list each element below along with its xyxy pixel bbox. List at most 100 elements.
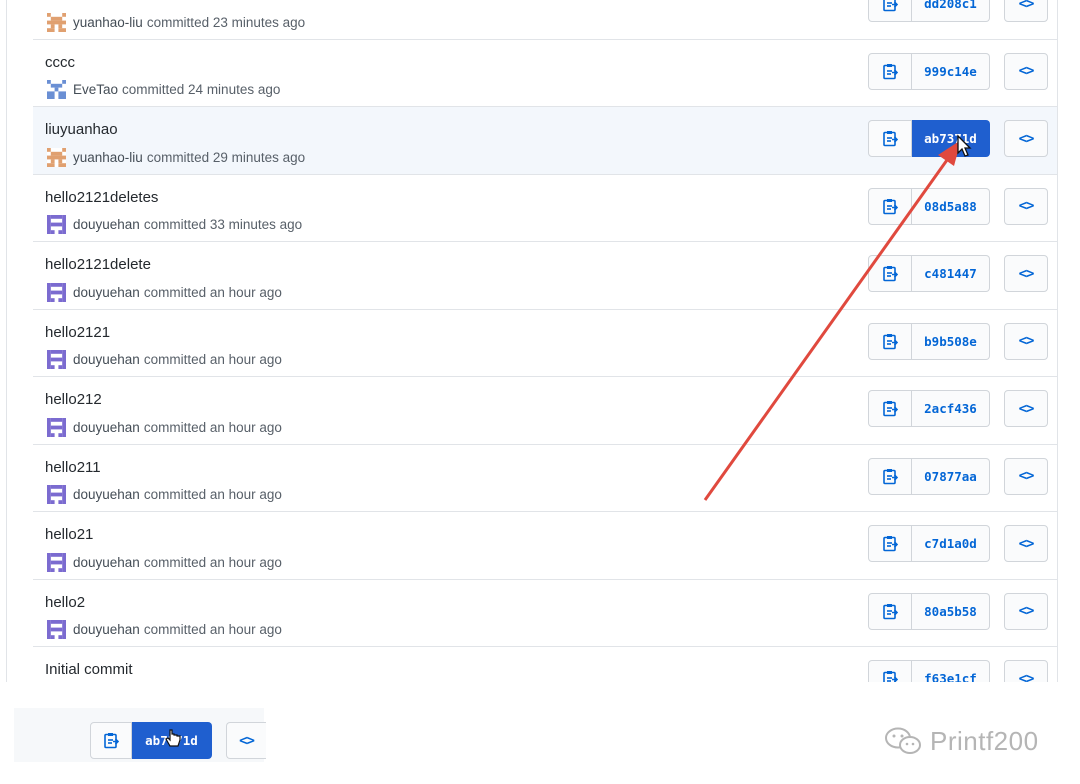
code-icon: <>	[1018, 603, 1035, 619]
commit-sha-button[interactable]: 07877aa	[912, 457, 990, 495]
commit-meta: douyuehan committed an hour ago	[47, 620, 282, 640]
clipboard-icon	[882, 468, 898, 484]
commit-author-link[interactable]: douyuehan	[73, 487, 140, 502]
browse-code-button[interactable]: <>	[1004, 660, 1048, 682]
code-icon: <>	[1018, 63, 1035, 79]
copy-sha-button[interactable]	[868, 52, 912, 90]
clipboard-icon	[103, 733, 119, 749]
copy-sha-button[interactable]	[868, 592, 912, 630]
clipboard-icon	[882, 63, 898, 79]
clipboard-icon	[882, 198, 898, 214]
commit-message-link[interactable]: liuyuanhao	[45, 121, 118, 138]
commit-sha-button[interactable]: c481447	[912, 255, 990, 292]
browse-code-button[interactable]: <>	[1004, 120, 1048, 157]
commit-author-link[interactable]: douyuehan	[73, 622, 140, 637]
commit-row: hello212 douyuehan committed an hour ago…	[33, 376, 1057, 444]
avatar[interactable]	[47, 350, 66, 369]
browse-code-button[interactable]: <>	[1004, 0, 1048, 22]
commit-actions: c7d1a0d <>	[868, 525, 1048, 562]
commit-time: committed an hour ago	[143, 554, 282, 570]
commit-author-link[interactable]: douyuehan	[73, 420, 140, 435]
commit-message-link[interactable]: Initial commit	[45, 661, 133, 678]
commit-message-link[interactable]: hello21	[45, 526, 93, 543]
avatar[interactable]	[47, 485, 66, 504]
commit-sha-button[interactable]: c7d1a0d	[912, 525, 990, 562]
browse-code-button[interactable]: <>	[1004, 52, 1048, 90]
commit-message-link[interactable]: hello212	[45, 391, 102, 408]
commit-author-link[interactable]: yuanhao-liu	[73, 150, 143, 165]
commit-actions: b9b508e <>	[868, 322, 1048, 360]
browse-code-button[interactable]: <>	[226, 722, 266, 759]
zoom-inset-area: ab7371d <> Printf200	[0, 682, 1080, 784]
commit-message-link[interactable]: hello211	[45, 459, 101, 476]
commit-sha-button[interactable]: f63e1cf	[912, 660, 990, 682]
commit-sha-button[interactable]: 2acf436	[912, 390, 990, 427]
copy-sha-button[interactable]	[868, 0, 912, 22]
code-icon: <>	[1018, 400, 1035, 417]
code-icon: <>	[1018, 0, 1035, 12]
avatar[interactable]	[47, 282, 66, 302]
browse-code-button[interactable]: <>	[1004, 255, 1048, 292]
commit-actions: f63e1cf <>	[868, 660, 1048, 682]
commit-sha-button-selected[interactable]: ab7371d	[912, 120, 990, 157]
commit-sha-button[interactable]: b9b508e	[912, 322, 990, 360]
commit-row: hello211 douyuehan committed an hour ago…	[33, 443, 1057, 511]
avatar[interactable]	[47, 417, 66, 437]
commit-row: hello21 douyuehan committed an hour ago …	[33, 511, 1057, 579]
browse-code-button[interactable]: <>	[1004, 457, 1048, 495]
avatar[interactable]	[47, 12, 66, 32]
commit-author-link[interactable]: EveTao	[73, 82, 118, 97]
commit-time: committed an hour ago	[143, 487, 282, 502]
commit-author-link[interactable]: douyuehan	[73, 555, 140, 570]
commit-message-link[interactable]: hello2121	[45, 324, 110, 341]
copy-sha-button[interactable]	[868, 525, 912, 562]
copy-sha-button[interactable]	[868, 255, 912, 292]
commit-message-link[interactable]: hello2	[45, 594, 85, 611]
code-icon: <>	[1018, 468, 1035, 484]
avatar[interactable]	[47, 552, 66, 572]
clipboard-icon	[882, 266, 898, 282]
clipboard-icon	[882, 536, 898, 552]
commit-time: committed 23 minutes ago	[146, 14, 306, 30]
copy-sha-button[interactable]	[868, 390, 912, 427]
avatar[interactable]	[47, 80, 66, 99]
commit-message-link[interactable]: cccc	[45, 54, 75, 71]
copy-sha-button[interactable]	[90, 722, 132, 759]
browse-code-button[interactable]: <>	[1004, 187, 1048, 225]
commit-sha-button[interactable]: 08d5a88	[912, 187, 990, 225]
commit-meta: douyuehan committed 33 minutes ago	[47, 215, 302, 235]
commit-sha-button[interactable]: dd208c1	[912, 0, 990, 22]
copy-sha-button[interactable]	[868, 322, 912, 360]
code-icon: <>	[1018, 535, 1035, 552]
avatar[interactable]	[47, 147, 66, 167]
copy-sha-button[interactable]	[868, 187, 912, 225]
commit-actions: 08d5a88 <>	[868, 187, 1048, 225]
commit-author-link[interactable]: yuanhao-liu	[73, 15, 143, 30]
browse-code-button[interactable]: <>	[1004, 592, 1048, 630]
avatar[interactable]	[47, 215, 66, 234]
copy-sha-button[interactable]	[868, 457, 912, 495]
clipboard-icon	[882, 671, 898, 682]
code-icon: <>	[1018, 670, 1035, 683]
clipboard-icon	[882, 401, 898, 417]
avatar[interactable]	[47, 620, 66, 639]
commit-message-link[interactable]: hello2121delete	[45, 256, 151, 273]
browse-code-button[interactable]: <>	[1004, 322, 1048, 360]
code-icon: <>	[1018, 265, 1035, 282]
commit-sha-button[interactable]: 80a5b58	[912, 592, 990, 630]
code-icon: <>	[239, 732, 255, 749]
browse-code-button[interactable]: <>	[1004, 525, 1048, 562]
commit-author-link[interactable]: douyuehan	[73, 352, 140, 367]
copy-sha-button[interactable]	[868, 120, 912, 157]
browse-code-button[interactable]: <>	[1004, 390, 1048, 427]
commit-message-link[interactable]: hello2121deletes	[45, 189, 158, 206]
commit-time: committed an hour ago	[143, 419, 282, 435]
code-icon: <>	[1018, 130, 1035, 147]
commit-author-link[interactable]: douyuehan	[73, 285, 140, 300]
commit-history-panel: yuanhao-liu committed 23 minutes ago dd2…	[6, 0, 1058, 682]
clipboard-icon	[882, 0, 898, 12]
commit-sha-button[interactable]: 999c14e	[912, 52, 990, 90]
commit-author-link[interactable]: douyuehan	[73, 217, 140, 232]
copy-sha-button[interactable]	[868, 660, 912, 682]
commit-row: yuanhao-liu committed 23 minutes ago dd2…	[33, 0, 1057, 39]
